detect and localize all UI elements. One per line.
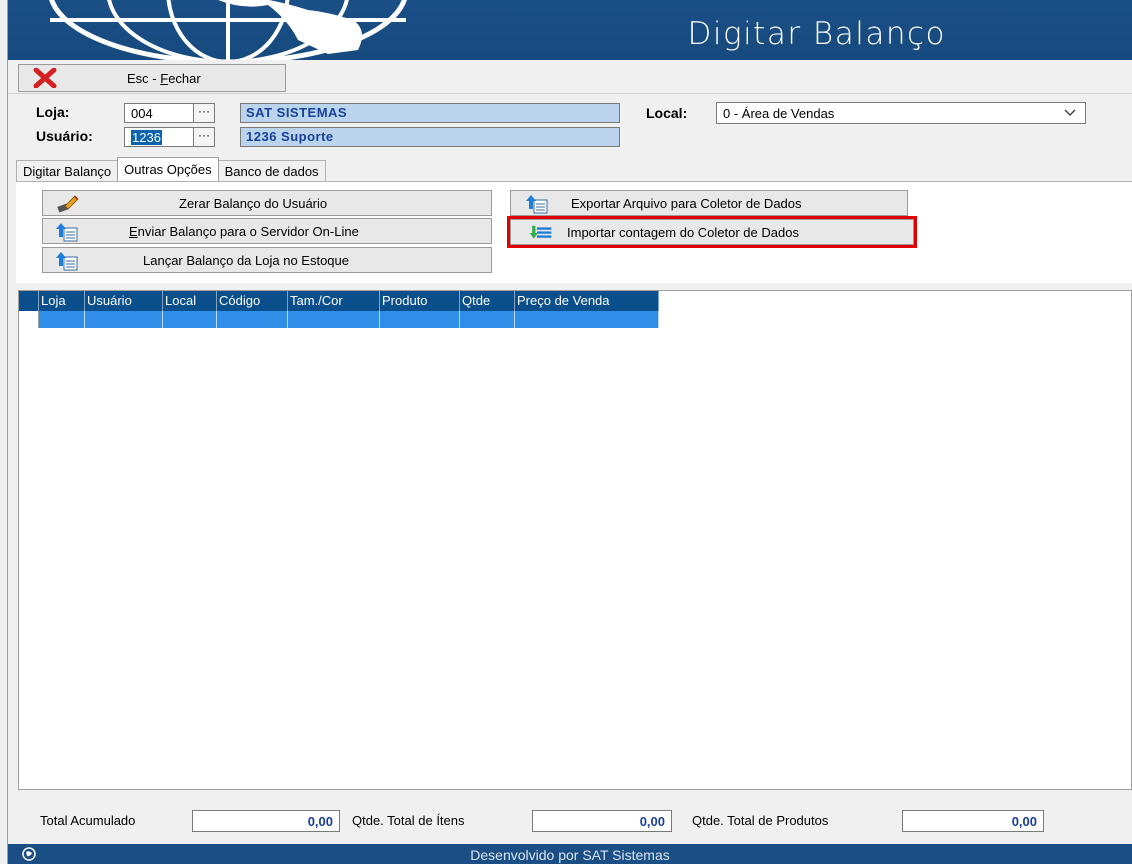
column-header-qtde[interactable]: Qtde xyxy=(460,291,515,311)
qtde-itens-label: Qtde. Total de Ítens xyxy=(352,813,465,828)
close-icon xyxy=(33,68,57,88)
table-row[interactable] xyxy=(19,311,659,328)
importar-contagem-label: Importar contagem do Coletor de Dados xyxy=(567,225,799,240)
status-text: Desenvolvido por SAT Sistemas xyxy=(470,847,670,863)
column-header-local[interactable]: Local xyxy=(163,291,217,311)
table-cell[interactable] xyxy=(380,311,460,328)
window-frame xyxy=(0,0,8,864)
balanco-grid[interactable]: Loja Usuário Local Código Tam./Cor Produ… xyxy=(18,290,1132,790)
column-header-usuario[interactable]: Usuário xyxy=(85,291,163,311)
usuario-label: Usuário: xyxy=(36,128,93,144)
zerar-balanco-button[interactable]: Zerar Balanço do Usuário xyxy=(42,190,492,216)
column-header-loja[interactable]: Loja xyxy=(39,291,85,311)
tab-outras-opcoes[interactable]: Outras Opções xyxy=(117,157,219,182)
table-cell[interactable] xyxy=(460,311,515,328)
table-cell[interactable] xyxy=(288,311,380,328)
tab-banco-de-dados[interactable]: Banco de dados xyxy=(217,160,326,182)
loja-name-display: SAT SISTEMAS xyxy=(240,103,620,123)
status-bar: Desenvolvido por SAT Sistemas xyxy=(8,844,1132,864)
import-list-icon xyxy=(529,225,552,239)
enviar-balanco-label: Enviar Balanço para o Servidor On-Line xyxy=(129,224,359,239)
grid-header: Loja Usuário Local Código Tam./Cor Produ… xyxy=(19,291,659,311)
usuario-code-field[interactable]: 1236 xyxy=(124,127,194,147)
lancar-balanco-label: Lançar Balanço da Loja no Estoque xyxy=(143,253,349,268)
loja-lookup-button[interactable]: ··· xyxy=(193,103,215,123)
table-cell[interactable] xyxy=(39,311,85,328)
chevron-down-icon xyxy=(1064,109,1076,116)
enviar-balanco-button[interactable]: Enviar Balanço para o Servidor On-Line xyxy=(42,218,492,244)
loja-label: Loja: xyxy=(36,104,70,120)
usuario-lookup-button[interactable]: ··· xyxy=(193,127,215,147)
lancar-balanco-button[interactable]: Lançar Balanço da Loja no Estoque xyxy=(42,247,492,273)
local-select-value: 0 - Área de Vendas xyxy=(723,106,835,121)
row-indicator xyxy=(19,311,39,328)
close-button-label: Esc - Fechar xyxy=(127,71,201,86)
usuario-name-display: 1236 Suporte xyxy=(240,127,620,147)
close-button[interactable]: Esc - Fechar xyxy=(18,64,286,92)
table-cell[interactable] xyxy=(515,311,659,328)
qtde-produtos-value: 0,00 xyxy=(902,810,1044,832)
column-header-codigo[interactable]: Código xyxy=(217,291,288,311)
column-header-tam-cor[interactable]: Tam./Cor xyxy=(288,291,380,311)
importar-contagem-button[interactable]: Importar contagem do Coletor de Dados xyxy=(507,216,917,248)
tab-digitar-balanco[interactable]: Digitar Balanço xyxy=(16,160,119,182)
outras-opcoes-panel: Zerar Balanço do Usuário Enviar Balanço … xyxy=(16,181,1132,283)
total-acumulado-label: Total Acumulado xyxy=(40,813,136,828)
table-cell[interactable] xyxy=(85,311,163,328)
tab-strip: Digitar Balanço Outras Opções Banco de d… xyxy=(16,157,326,182)
column-header-preco-venda[interactable]: Preço de Venda xyxy=(515,291,659,311)
row-indicator-header xyxy=(19,291,39,311)
upload-arrow-icon xyxy=(56,223,78,242)
page-title: Digitar Balanço xyxy=(687,16,946,52)
globe-logo-icon xyxy=(49,0,407,60)
upload-arrow-icon xyxy=(526,195,548,214)
zerar-balanco-label: Zerar Balanço do Usuário xyxy=(179,196,328,211)
total-acumulado-value: 0,00 xyxy=(192,810,340,832)
column-header-produto[interactable]: Produto xyxy=(380,291,460,311)
exportar-arquivo-button[interactable]: Exportar Arquivo para Coletor de Dados xyxy=(510,190,908,216)
eraser-pencil-icon xyxy=(57,195,79,213)
upload-arrow-icon xyxy=(56,252,78,271)
table-cell[interactable] xyxy=(217,311,288,328)
loja-code-field[interactable]: 004 xyxy=(124,103,194,123)
local-select[interactable]: 0 - Área de Vendas xyxy=(716,102,1086,124)
exportar-arquivo-label: Exportar Arquivo para Coletor de Dados xyxy=(571,196,802,211)
table-cell[interactable] xyxy=(163,311,217,328)
header-banner: Digitar Balanço xyxy=(8,0,1132,60)
qtde-produtos-label: Qtde. Total de Produtos xyxy=(692,813,829,828)
qtde-itens-value: 0,00 xyxy=(532,810,672,832)
toolbar: Esc - Fechar xyxy=(8,60,1132,94)
local-label: Local: xyxy=(646,105,688,121)
